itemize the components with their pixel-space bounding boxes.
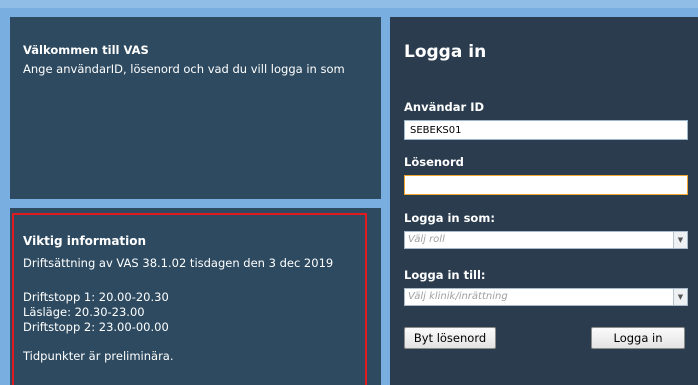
role-placeholder: Välj roll <box>408 234 445 245</box>
top-strip <box>0 0 698 8</box>
info-title: Viktig information <box>23 234 147 248</box>
welcome-text: Ange användarID, lösenord och vad du vil… <box>23 62 345 76</box>
clinic-select[interactable]: Välj klinik/inrättning ▼ <box>404 288 688 306</box>
info-line-downtime-1: Driftstopp 1: 20.00-20.30 <box>23 290 169 304</box>
user-id-label: Användar ID <box>404 100 485 114</box>
role-label: Logga in som: <box>404 211 495 225</box>
login-title: Logga in <box>404 42 487 62</box>
change-password-button[interactable]: Byt lösenord <box>404 327 496 349</box>
info-line-read-mode: Läsläge: 20.30-23.00 <box>23 305 145 319</box>
info-line-downtime-2: Driftstopp 2: 23.00-00.00 <box>23 320 169 334</box>
chevron-down-icon[interactable]: ▼ <box>673 289 687 305</box>
user-id-field[interactable] <box>404 120 688 140</box>
role-select[interactable]: Välj roll ▼ <box>404 231 688 249</box>
welcome-title: Välkommen till VAS <box>23 43 149 57</box>
info-line-deployment: Driftsättning av VAS 38.1.02 tisdagen de… <box>23 256 334 270</box>
clinic-label: Logga in till: <box>404 268 486 282</box>
info-line-preliminary: Tidpunkter är preliminära. <box>23 349 174 363</box>
login-button[interactable]: Logga in <box>591 327 685 349</box>
clinic-placeholder: Välj klinik/inrättning <box>408 291 508 302</box>
password-label: Lösenord <box>404 155 464 169</box>
password-field[interactable] <box>404 175 688 195</box>
chevron-down-icon[interactable]: ▼ <box>673 232 687 248</box>
